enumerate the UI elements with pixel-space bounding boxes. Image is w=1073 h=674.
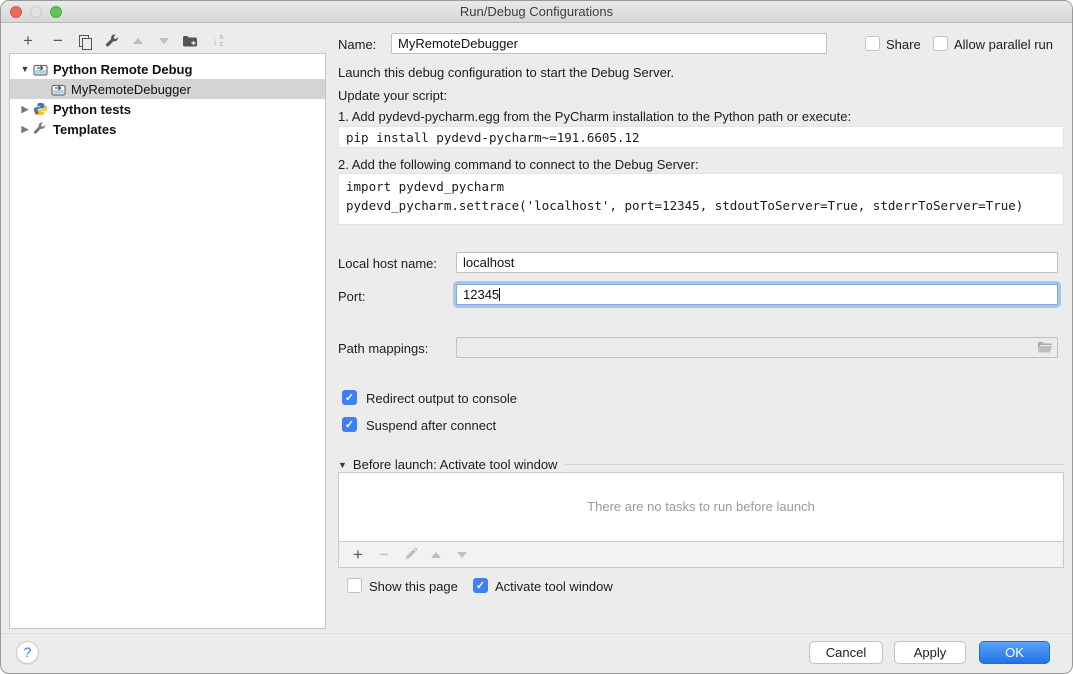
name-label: Name: [338, 37, 376, 52]
move-down-button[interactable] [153, 31, 175, 51]
show-this-page-checkbox[interactable] [347, 578, 362, 593]
section-rule [565, 464, 1064, 465]
arrow-down-icon [159, 38, 169, 44]
wrench-icon [105, 34, 120, 49]
minus-icon: − [379, 545, 389, 565]
add-task-button[interactable]: + [345, 545, 371, 565]
port-label: Port: [338, 289, 365, 304]
sort-configurations-button[interactable]: ↓ az [207, 31, 229, 51]
browse-path-mappings-button[interactable] [1037, 341, 1053, 354]
cancel-button[interactable]: Cancel [809, 641, 883, 664]
arrow-up-icon [431, 552, 441, 558]
intro-text: Launch this debug configuration to start… [338, 65, 674, 80]
redirect-output-checkbox[interactable]: ✓ [342, 390, 357, 405]
remote-debug-config-icon [32, 62, 48, 76]
show-this-page-label: Show this page [369, 579, 458, 594]
folder-plus-icon [182, 34, 198, 48]
move-task-down-button[interactable] [449, 545, 475, 565]
code-line-1: import pydevd_pycharm [346, 179, 504, 194]
expand-collapse-icon[interactable]: ▶ [18, 104, 32, 115]
allow-parallel-run-checkbox[interactable] [933, 36, 948, 51]
tree-item-label: Python Remote Debug [53, 62, 192, 77]
activate-tool-window-label: Activate tool window [495, 579, 613, 594]
remove-configuration-button[interactable]: − [47, 31, 69, 51]
tree-item-python-remote-debug[interactable]: ▼ Python Remote Debug [10, 59, 325, 79]
allow-parallel-run-label: Allow parallel run [954, 37, 1053, 52]
name-input[interactable] [391, 33, 827, 54]
question-icon: ? [24, 644, 32, 660]
expand-collapse-icon[interactable]: ▶ [18, 124, 32, 135]
port-input[interactable]: 12345 [456, 284, 1058, 305]
plus-icon: + [353, 545, 363, 565]
check-icon: ✓ [345, 392, 354, 404]
before-launch-title: Before launch: Activate tool window [353, 457, 558, 472]
before-launch-toolbar: + − [338, 542, 1064, 568]
apply-button[interactable]: Apply [894, 641, 966, 664]
share-label: Share [886, 37, 921, 52]
update-script-text: Update your script: [338, 88, 447, 103]
pencil-icon [404, 548, 417, 561]
run-debug-configurations-dialog: Run/Debug Configurations + − ↓ az ▼ Py [0, 0, 1073, 674]
help-button[interactable]: ? [16, 641, 39, 664]
add-configuration-button[interactable]: + [17, 31, 39, 51]
path-mappings-label: Path mappings: [338, 341, 428, 356]
share-checkbox[interactable] [865, 36, 880, 51]
pip-command-code: pip install pydevd-pycharm~=191.6605.12 [338, 126, 1064, 148]
code-line-2: pydevd_pycharm.settrace('localhost', por… [346, 198, 1023, 213]
configurations-tree: ▼ Python Remote Debug MyRemoteDebugger ▶… [9, 53, 326, 629]
remove-task-button[interactable]: − [371, 545, 397, 565]
copy-configuration-button[interactable] [73, 31, 95, 51]
edit-task-button[interactable] [397, 545, 423, 565]
plus-icon: + [23, 31, 33, 51]
collapse-section-icon[interactable]: ▼ [338, 460, 347, 470]
sort-az-icon: ↓ az [213, 34, 224, 48]
before-launch-task-list[interactable]: There are no tasks to run before launch [338, 472, 1064, 542]
arrow-down-icon [457, 552, 467, 558]
create-folder-button[interactable] [179, 31, 201, 51]
suspend-after-connect-checkbox[interactable]: ✓ [342, 417, 357, 432]
text-caret [499, 288, 500, 301]
settrace-code: import pydevd_pycharm pydevd_pycharm.set… [338, 173, 1064, 225]
edit-defaults-button[interactable] [101, 31, 123, 51]
expand-collapse-icon[interactable]: ▼ [18, 64, 32, 74]
folder-icon [1037, 341, 1053, 354]
port-value: 12345 [463, 287, 499, 302]
check-icon: ✓ [345, 419, 354, 431]
local-host-name-input[interactable] [456, 252, 1058, 273]
tree-toolbar: + − ↓ az [9, 31, 326, 53]
python-tests-icon [32, 102, 48, 116]
local-host-name-label: Local host name: [338, 256, 437, 271]
activate-tool-window-checkbox[interactable]: ✓ [473, 578, 488, 593]
arrow-up-icon [133, 38, 143, 44]
path-mappings-input[interactable] [456, 337, 1058, 358]
check-icon: ✓ [476, 580, 485, 592]
tree-item-label: Templates [53, 122, 116, 137]
before-launch-header[interactable]: ▼ Before launch: Activate tool window [338, 457, 1064, 472]
tree-item-label: MyRemoteDebugger [71, 82, 191, 97]
tree-item-myremotedebugger[interactable]: MyRemoteDebugger [10, 79, 325, 99]
templates-wrench-icon [32, 122, 48, 136]
remote-debug-config-icon [50, 82, 66, 96]
tree-item-label: Python tests [53, 102, 131, 117]
step2-text: 2. Add the following command to connect … [338, 157, 699, 172]
minus-icon: − [53, 31, 63, 51]
move-up-button[interactable] [127, 31, 149, 51]
tree-item-templates[interactable]: ▶ Templates [10, 119, 325, 139]
tree-item-python-tests[interactable]: ▶ Python tests [10, 99, 325, 119]
no-tasks-text: There are no tasks to run before launch [339, 499, 1063, 514]
copy-icon [79, 35, 90, 48]
redirect-output-label: Redirect output to console [366, 391, 517, 406]
title-bar: Run/Debug Configurations [1, 1, 1072, 23]
footer-separator [1, 633, 1072, 634]
ok-button[interactable]: OK [979, 641, 1050, 664]
suspend-after-connect-label: Suspend after connect [366, 418, 496, 433]
window-title: Run/Debug Configurations [1, 4, 1072, 19]
move-task-up-button[interactable] [423, 545, 449, 565]
step1-text: 1. Add pydevd-pycharm.egg from the PyCha… [338, 109, 851, 124]
